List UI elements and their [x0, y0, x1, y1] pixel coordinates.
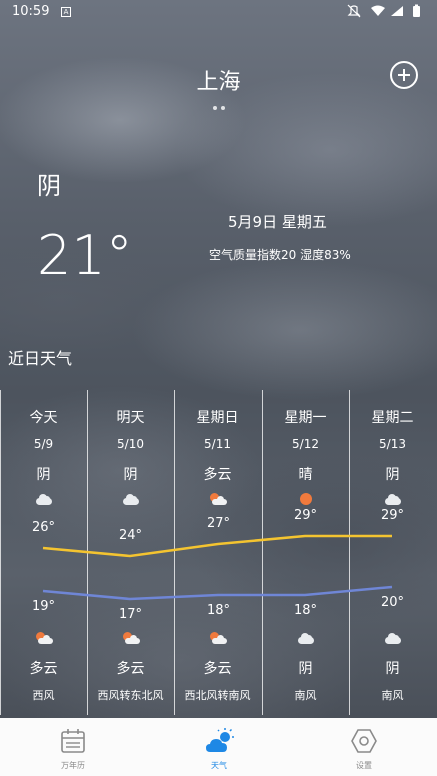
nav-settings-label: 设置: [356, 761, 372, 770]
low-temp-label: 18°: [207, 603, 231, 618]
temperature-chart: [42, 534, 393, 601]
nav-weather[interactable]: 天气: [179, 718, 259, 776]
status-time: 10:59: [12, 4, 50, 19]
low-temp-label: 19°: [32, 599, 56, 614]
add-city-button[interactable]: [390, 61, 418, 89]
mute-icon: [347, 4, 361, 18]
battery-icon: [413, 4, 420, 17]
high-temperature-line: [42, 534, 392, 558]
calendar-icon: [61, 729, 85, 753]
page-indicator: [211, 95, 227, 110]
high-temp-label: 27°: [207, 516, 231, 531]
nav-calendar-label: 万年历: [61, 761, 85, 770]
nav-calendar[interactable]: 万年历: [33, 718, 113, 776]
current-condition: 阴: [37, 172, 61, 200]
status-icons: [347, 4, 427, 21]
high-temp-label: 29°: [381, 508, 405, 523]
low-temp-label: 20°: [381, 595, 405, 610]
settings-hexagon-icon: [351, 729, 377, 753]
high-temp-label: 24°: [119, 528, 143, 543]
high-temp-label: 26°: [32, 520, 56, 535]
current-temperature: 21°: [37, 224, 133, 287]
nav-settings[interactable]: 设置: [324, 718, 404, 776]
current-date: 5月9日 星期五: [228, 213, 327, 231]
low-temperature-line: [42, 585, 393, 601]
wifi-icon: [371, 5, 385, 16]
bottom-navigation: 万年历 天气 设置: [0, 718, 437, 776]
low-temp-label: 18°: [294, 603, 318, 618]
nav-weather-label: 天气: [211, 761, 227, 770]
high-temp-label: 29°: [294, 508, 318, 523]
low-temp-label: 17°: [119, 607, 143, 622]
forecast-title: 近日天气: [8, 349, 73, 368]
air-quality-humidity: 空气质量指数20 湿度83%: [209, 248, 351, 262]
weather-icon: [206, 728, 234, 752]
signal-icon: [391, 6, 403, 16]
city-name[interactable]: 上海: [0, 64, 437, 96]
status-badge: A: [61, 7, 71, 17]
